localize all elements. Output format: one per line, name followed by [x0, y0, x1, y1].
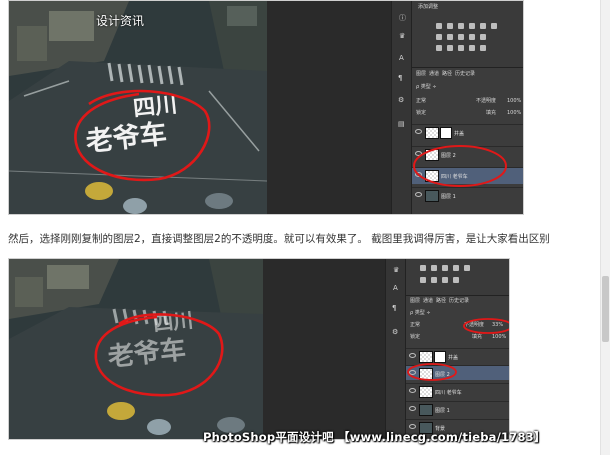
canvas-background — [263, 259, 385, 439]
site-watermark: PhotoShop平面设计吧 【www.linecg.com/tieba/178… — [203, 430, 546, 444]
page-scrollbar[interactable] — [600, 0, 610, 455]
road-text-line1: 四川 — [132, 93, 178, 122]
canvas-background — [267, 1, 391, 214]
tool-preset-icon[interactable]: ⚙ — [398, 97, 404, 104]
scrollbar-thumb[interactable] — [602, 276, 609, 342]
paragraph-icon[interactable]: ¶ — [398, 75, 402, 82]
info-icon[interactable]: ⓘ — [399, 15, 406, 22]
brush-icon[interactable]: ♛ — [399, 33, 405, 40]
layers-panel: 图层 通道 路径 历史记录 ρ 类型 ÷ 正常 不透明度 33% 锁定 填充 100%… — [405, 259, 509, 439]
top-tag: 设计资讯 — [96, 14, 145, 28]
layers-panel: 添加调整 图层 通道 路径 历史记录 ρ 类型 ÷ 正常 不透明度 100% 锁定 填… — [411, 1, 523, 214]
paragraph-icon[interactable]: ¶ — [392, 305, 396, 312]
brush-icon[interactable]: ♛ — [393, 267, 399, 274]
layer-comp-icon[interactable]: ▤ — [398, 121, 405, 128]
tutorial-screenshot-1: 四川 老爷车 ⓘ ♛ A ¶ ⚙ ▤ 添加调整 图层 通道 路径 历史记录 ρ … — [8, 0, 524, 215]
annotation-circle-panel — [413, 145, 507, 187]
character-icon[interactable]: A — [399, 55, 404, 62]
panel-icon-strip: ⓘ ♛ A ¶ ⚙ ▤ — [391, 1, 412, 214]
road-text-line1: 四川 — [152, 308, 194, 336]
tool-preset-icon[interactable]: ⚙ — [392, 329, 398, 336]
character-icon[interactable]: A — [393, 285, 398, 292]
panel-icon-strip: ♛ A ¶ ⚙ — [385, 259, 406, 439]
tutorial-caption: 然后，选择刚刚复制的图层2，直接调整图层2的不透明度。就可以有效果了。 截图里我… — [8, 233, 550, 245]
street-photo: 四川 老爷车 — [9, 259, 263, 439]
tutorial-screenshot-2: 四川 老爷车 ♛ A ¶ ⚙ 图层 通道 路径 历史记录 ρ 类型 ÷ 正常 不透明度… — [8, 258, 510, 440]
annotation-circles-panel — [407, 318, 509, 381]
street-photo: 四川 老爷车 — [9, 1, 267, 214]
